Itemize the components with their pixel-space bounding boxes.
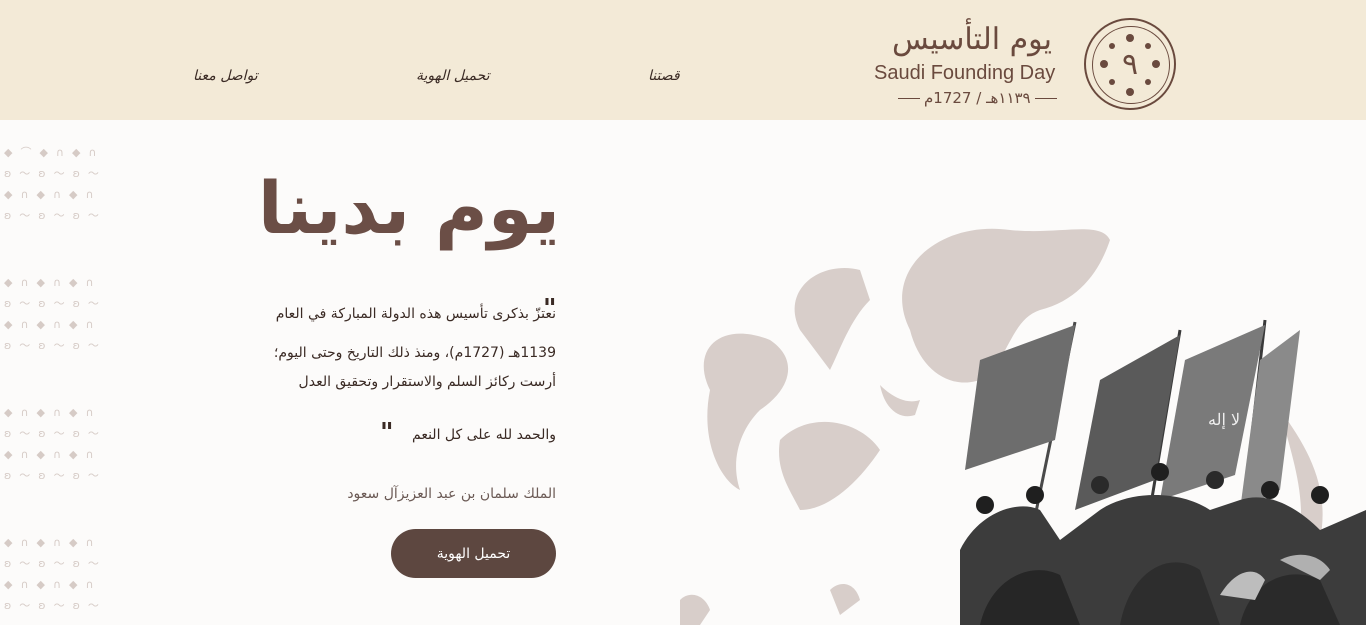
download-identity-button[interactable]: تحميل الهوية [391, 529, 556, 578]
logo-arabic-text: يوم التأسيس [891, 22, 1053, 57]
quote-line: 1139هـ (1727م)، ومنذ ذلك التاريخ وحتى ال… [273, 345, 556, 361]
nav-link-contact[interactable]: تواصل معنا [193, 68, 258, 84]
site-header: قصتنا تحميل الهوية تواصل معنا يوم التأسي… [0, 0, 1366, 120]
svg-text:لا إله: لا إله [1208, 410, 1240, 429]
emblem-icon: ٩ [1084, 18, 1176, 110]
logo-date-text: ١١٣٩هـ / 1727م [894, 89, 1061, 107]
logo-english-text: Saudi Founding Day [874, 62, 1056, 84]
decorative-pattern-icon: ◆⌒◆∩◆∩ ʚ～ʚ～ʚ～ ◆∩◆∩◆∩ ʚ～ʚ～ʚ～ [4, 146, 107, 222]
quote-line: أرست ركائز السلم والاستقرار وتحقيق العدل [298, 374, 556, 390]
decorative-pattern-icon: ◆∩◆∩◆∩ ʚ～ʚ～ʚ～ ◆∩◆∩◆∩ ʚ～ʚ～ʚ～ [4, 536, 107, 612]
nav-link-download-identity[interactable]: تحميل الهوية [416, 68, 490, 84]
quote-line: والحمد لله على كل النعم [412, 427, 556, 443]
svg-text:٩: ٩ [1122, 47, 1138, 82]
quote-close-icon: " [380, 418, 394, 448]
hero-image: لا إله [680, 210, 1366, 625]
decorative-pattern-icon: ◆∩◆∩◆∩ ʚ～ʚ～ʚ～ ◆∩◆∩◆∩ ʚ～ʚ～ʚ～ [4, 276, 107, 352]
hero-title: يوم بدينا [257, 166, 560, 250]
decorative-pattern-icon: ◆∩◆∩◆∩ ʚ～ʚ～ʚ～ ◆∩◆∩◆∩ ʚ～ʚ～ʚ～ [4, 406, 107, 482]
nav-link-story[interactable]: قصتنا [648, 68, 680, 84]
saudi-founding-day-logo[interactable]: يوم التأسيس Saudi Founding Day ١١٣٩هـ / … [872, 18, 1178, 114]
quote-author: الملك سلمان بن عبد العزيزآل سعود [347, 486, 556, 502]
quote-line: نعتزّ بذكرى تأسيس هذه الدولة المباركة في… [275, 306, 556, 322]
